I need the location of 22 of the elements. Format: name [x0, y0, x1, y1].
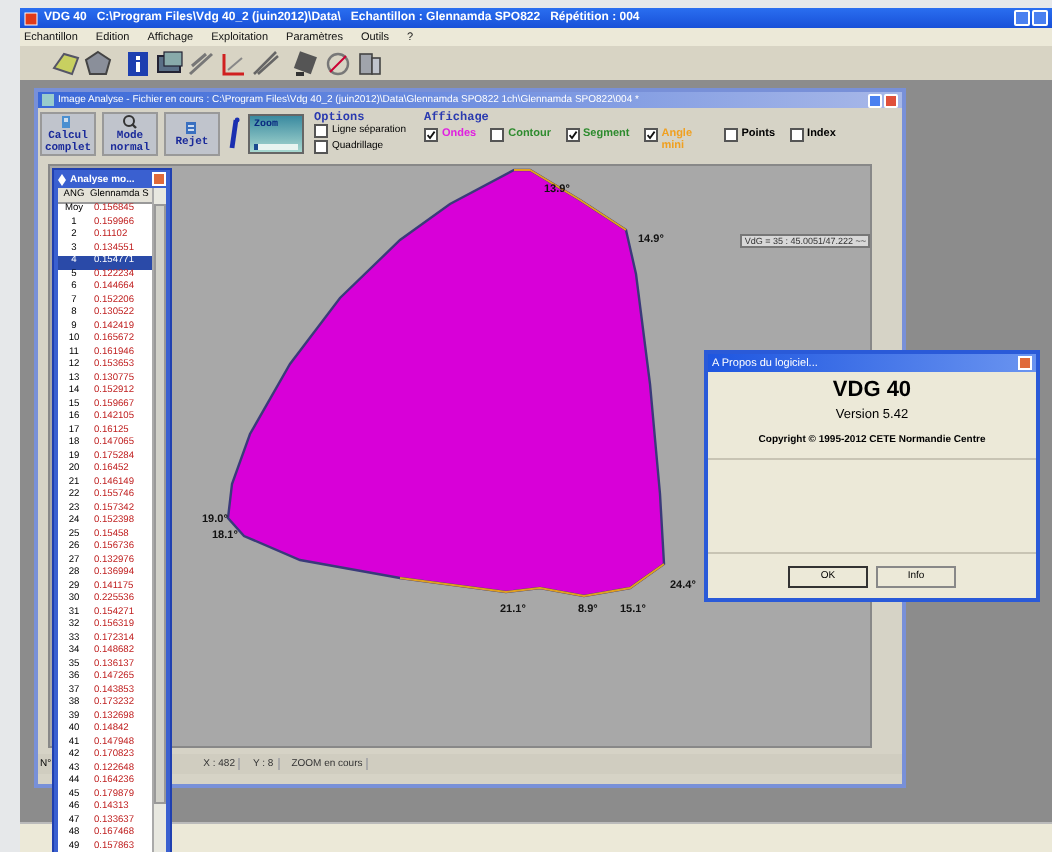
checkbox[interactable] — [789, 128, 804, 142]
checkbox[interactable] — [490, 128, 505, 142]
close-button[interactable] — [152, 172, 166, 186]
info-icon[interactable] — [124, 49, 152, 77]
list-icon — [184, 120, 200, 136]
document-icon[interactable] — [356, 49, 384, 77]
scrollbar-thumb[interactable] — [154, 204, 166, 804]
checkbox[interactable] — [314, 140, 328, 154]
calculator-icon — [60, 114, 76, 130]
checkbox[interactable] — [723, 128, 738, 142]
maximize-button[interactable] — [1032, 10, 1048, 26]
product-name: VDG 40 — [832, 378, 912, 404]
scrollbar[interactable] — [152, 188, 166, 852]
info-icon[interactable] — [226, 114, 242, 154]
magnifier-icon — [122, 114, 138, 130]
checkbox[interactable] — [314, 124, 328, 138]
close-button[interactable] — [1018, 356, 1032, 370]
angle-icon[interactable] — [220, 49, 248, 77]
close-button[interactable] — [884, 93, 898, 107]
maximize-button[interactable] — [868, 93, 882, 107]
screen-icon[interactable] — [156, 49, 184, 77]
minimize-button[interactable] — [1014, 10, 1030, 26]
